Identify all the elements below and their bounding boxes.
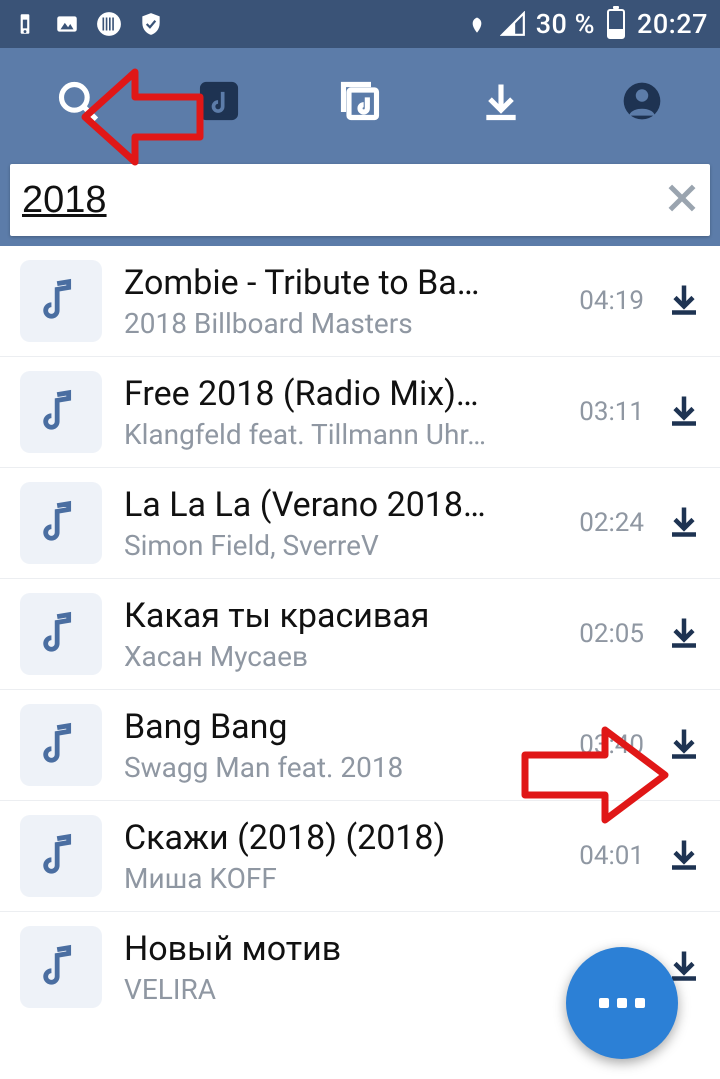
track-artist: Миша KOFF bbox=[124, 862, 544, 895]
music-note-icon bbox=[38, 720, 84, 770]
music-note-icon bbox=[38, 942, 84, 992]
tab-playlists[interactable] bbox=[325, 68, 395, 138]
track-art bbox=[20, 926, 102, 1008]
download-track-button[interactable] bbox=[666, 281, 702, 321]
track-title: Bang Bang bbox=[124, 707, 544, 747]
music-note-icon bbox=[38, 498, 84, 548]
track-row[interactable]: Bang Bang Swagg Man feat. 2018 03:40 bbox=[0, 690, 720, 801]
track-duration: 02:05 bbox=[570, 619, 644, 649]
track-artist: Хасан Мусаев bbox=[124, 640, 544, 673]
track-artist: Simon Field, SverreV bbox=[124, 529, 544, 562]
search-bar-area bbox=[0, 158, 720, 246]
music-note-icon bbox=[38, 609, 84, 659]
search-box[interactable] bbox=[10, 164, 710, 236]
music-note-box-icon bbox=[197, 79, 241, 127]
download-icon bbox=[479, 79, 523, 127]
track-row[interactable]: Zombie - Tribute to Ba… 2018 Billboard M… bbox=[0, 246, 720, 357]
track-title: La La La (Verano 2018… bbox=[124, 485, 544, 525]
track-art bbox=[20, 815, 102, 897]
download-track-button[interactable] bbox=[666, 725, 702, 765]
fab-more-button[interactable] bbox=[566, 947, 678, 1059]
track-artist: VELIRA bbox=[124, 973, 544, 1006]
signal-icon bbox=[500, 11, 526, 37]
track-duration: 04:01 bbox=[570, 841, 644, 871]
track-art bbox=[20, 371, 102, 453]
app-tab-bar bbox=[0, 48, 720, 158]
clear-search-button[interactable] bbox=[662, 178, 702, 222]
track-row[interactable]: Скажи (2018) (2018) Миша KOFF 04:01 bbox=[0, 801, 720, 912]
wifi-icon bbox=[464, 11, 490, 37]
download-icon bbox=[666, 857, 702, 876]
track-list: Zombie - Tribute to Ba… 2018 Billboard M… bbox=[0, 246, 720, 1022]
clock-text: 20:27 bbox=[637, 8, 708, 40]
tab-my-music[interactable] bbox=[184, 68, 254, 138]
download-track-button[interactable] bbox=[666, 614, 702, 654]
ellipsis-icon bbox=[599, 998, 645, 1008]
library-icon bbox=[338, 79, 382, 127]
person-icon bbox=[620, 79, 664, 127]
track-row[interactable]: La La La (Verano 2018… Simon Field, Sver… bbox=[0, 468, 720, 579]
track-art bbox=[20, 704, 102, 786]
track-duration: 02:24 bbox=[570, 508, 644, 538]
battery-percent-text: 30 % bbox=[536, 8, 595, 40]
search-icon bbox=[56, 79, 100, 127]
track-art bbox=[20, 593, 102, 675]
music-note-icon bbox=[38, 276, 84, 326]
music-note-icon bbox=[38, 831, 84, 881]
barcode-circle-icon bbox=[96, 11, 122, 37]
track-title: Zombie - Tribute to Ba… bbox=[124, 263, 544, 303]
download-icon bbox=[666, 746, 702, 765]
picture-icon bbox=[54, 11, 80, 37]
track-title: Free 2018 (Radio Mix)… bbox=[124, 374, 544, 414]
download-track-button[interactable] bbox=[666, 503, 702, 543]
download-track-button[interactable] bbox=[666, 392, 702, 432]
download-track-button[interactable] bbox=[666, 836, 702, 876]
close-icon bbox=[662, 203, 702, 222]
tab-profile[interactable] bbox=[607, 68, 677, 138]
download-icon bbox=[666, 413, 702, 432]
download-icon bbox=[666, 524, 702, 543]
download-icon bbox=[666, 302, 702, 321]
track-row[interactable]: Какая ты красивая Хасан Мусаев 02:05 bbox=[0, 579, 720, 690]
track-duration: 04:19 bbox=[570, 286, 644, 316]
track-title: Какая ты красивая bbox=[124, 596, 544, 636]
track-duration: 03:40 bbox=[570, 730, 644, 760]
battery-icon bbox=[607, 9, 625, 39]
battery-low-icon bbox=[12, 11, 38, 37]
music-note-icon bbox=[38, 387, 84, 437]
track-duration: 03:11 bbox=[570, 397, 644, 427]
tab-search[interactable] bbox=[43, 68, 113, 138]
tab-downloads[interactable] bbox=[466, 68, 536, 138]
track-art bbox=[20, 482, 102, 564]
track-artist: Klangfeld feat. Tillmann Uhr… bbox=[124, 418, 544, 451]
shield-check-icon bbox=[138, 11, 164, 37]
track-title: Скажи (2018) (2018) bbox=[124, 818, 544, 858]
android-status-bar: 30 % 20:27 bbox=[0, 0, 720, 48]
track-title: Новый мотив bbox=[124, 929, 544, 969]
search-input[interactable] bbox=[22, 179, 662, 222]
track-row[interactable]: Free 2018 (Radio Mix)… Klangfeld feat. T… bbox=[0, 357, 720, 468]
track-artist: Swagg Man feat. 2018 bbox=[124, 751, 544, 784]
download-icon bbox=[666, 635, 702, 654]
track-artist: 2018 Billboard Masters bbox=[124, 307, 544, 340]
track-art bbox=[20, 260, 102, 342]
